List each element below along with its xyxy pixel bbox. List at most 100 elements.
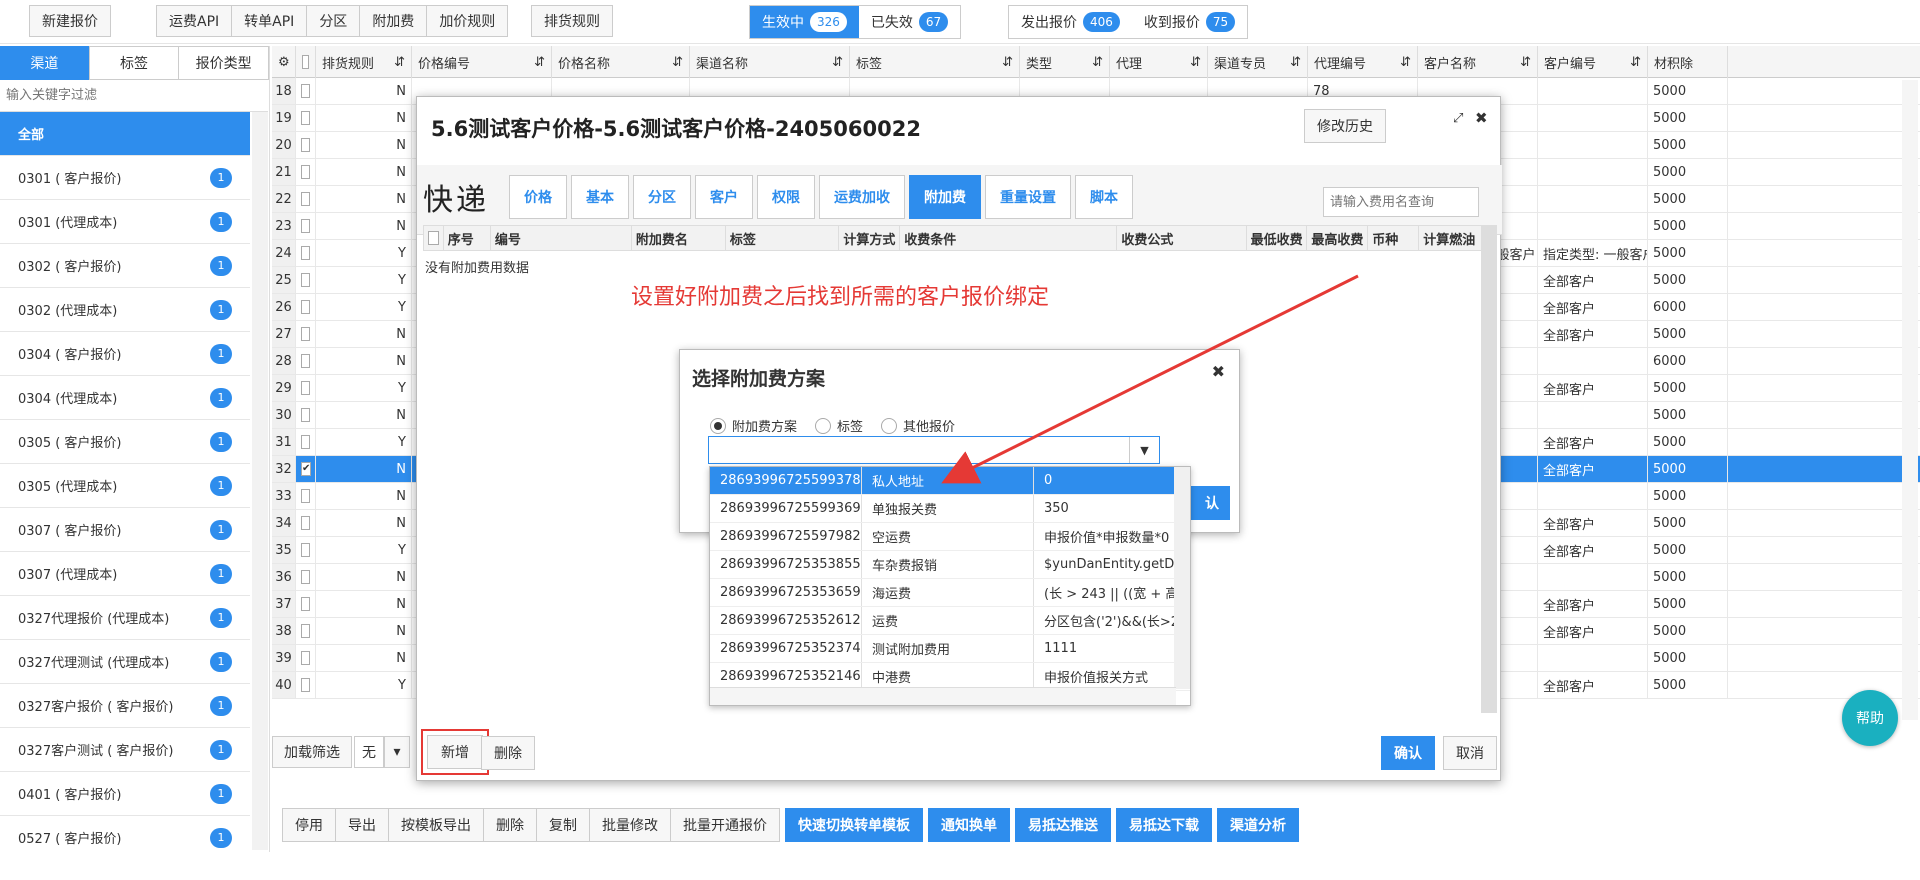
radio-surcharge-scheme[interactable]: 附加费方案: [710, 416, 797, 435]
row-checkbox[interactable]: [296, 132, 316, 158]
dropdown-option[interactable]: 28693996725353659 海运费 (长 > 243 || ((宽 + 高): [710, 579, 1190, 607]
tab-received-quotes[interactable]: 收到报价 75: [1132, 6, 1247, 38]
modal-tab[interactable]: 基本: [571, 175, 629, 219]
dropdown-option[interactable]: 28693996725597982 空运费 申报价值*申报数量*0: [710, 523, 1190, 551]
dropdown-option[interactable]: 28693996725352374 测试附加费用 1111: [710, 635, 1190, 663]
radio-tag[interactable]: 标签: [815, 416, 863, 435]
transfer-api-button[interactable]: 转单API: [231, 5, 308, 37]
toolbar-primary-button[interactable]: 易抵达下载: [1116, 808, 1212, 842]
zone-button[interactable]: 分区: [306, 5, 361, 37]
chevron-down-icon[interactable]: ▾: [384, 736, 410, 768]
sort-rule-button[interactable]: 排货规则: [531, 5, 613, 37]
settings-gear-icon[interactable]: ⚙: [272, 46, 296, 78]
column-header[interactable]: 计算燃油: [1419, 226, 1482, 250]
tab-active[interactable]: 生效中 326: [750, 6, 859, 38]
select-all-checkbox[interactable]: [296, 46, 316, 78]
column-header[interactable]: 附加费名: [632, 226, 726, 250]
page-scrollbar[interactable]: [1902, 80, 1918, 720]
freight-api-button[interactable]: 运费API: [156, 5, 233, 37]
row-checkbox[interactable]: [296, 321, 316, 347]
column-header[interactable]: 材积除: [1648, 46, 1728, 78]
row-checkbox[interactable]: [296, 348, 316, 374]
tab-channel[interactable]: 渠道: [0, 46, 90, 80]
sidebar-item[interactable]: 0304 ( 客户报价) 1: [0, 332, 250, 376]
column-header[interactable]: 类型 ⇵: [1020, 46, 1110, 78]
column-header[interactable]: 客户编号 ⇵: [1538, 46, 1648, 78]
column-header[interactable]: 渠道名称 ⇵: [690, 46, 850, 78]
markup-rule-button[interactable]: 加价规则: [426, 5, 509, 37]
modal-tab[interactable]: 脚本: [1075, 175, 1133, 219]
new-quote-button[interactable]: 新建报价: [29, 5, 111, 37]
row-checkbox[interactable]: [296, 78, 316, 104]
confirm-button[interactable]: 确认: [1381, 736, 1435, 770]
column-header[interactable]: 代理编号 ⇵: [1308, 46, 1418, 78]
fee-search-input[interactable]: [1323, 187, 1479, 217]
toolbar-primary-button[interactable]: 快速切换转单模板: [785, 808, 923, 842]
column-header[interactable]: 收费条件: [900, 226, 1118, 250]
toolbar-button[interactable]: 按模板导出: [388, 808, 484, 842]
toolbar-button[interactable]: 删除: [483, 808, 537, 842]
column-header[interactable]: 客户名称 ⇵: [1418, 46, 1538, 78]
dropdown-option[interactable]: 28693996725353855 车杂费报销 $yunDanEntity.getD…: [710, 551, 1190, 579]
popout-icon[interactable]: ⤢: [1453, 111, 1463, 126]
row-checkbox[interactable]: [296, 429, 316, 455]
row-checkbox[interactable]: [296, 645, 316, 671]
row-checkbox[interactable]: [296, 564, 316, 590]
load-filter-button[interactable]: 加载筛选: [272, 736, 352, 768]
add-button[interactable]: 新增: [427, 735, 483, 769]
sidebar-item[interactable]: 0302 (代理成本) 1: [0, 288, 250, 332]
sidebar-item[interactable]: 0527 ( 客户报价) 1: [0, 816, 250, 850]
row-checkbox[interactable]: [296, 510, 316, 536]
close-icon[interactable]: ✖: [1475, 109, 1488, 127]
column-header[interactable]: 计算方式: [839, 226, 901, 250]
tab-sent-quotes[interactable]: 发出报价 406: [1009, 6, 1132, 38]
row-checkbox[interactable]: [296, 402, 316, 428]
column-header[interactable]: 标签 ⇵: [850, 46, 1020, 78]
tab-label[interactable]: 标签: [88, 46, 180, 80]
filter-select[interactable]: 无: [354, 736, 384, 768]
sidebar-item[interactable]: 0307 ( 客户报价) 1: [0, 508, 250, 552]
column-header[interactable]: 最低收费: [1247, 226, 1308, 250]
column-header[interactable]: 代理 ⇵: [1110, 46, 1208, 78]
column-header[interactable]: 币种: [1368, 226, 1420, 250]
modal-tab[interactable]: 重量设置: [985, 175, 1071, 219]
toolbar-button[interactable]: 复制: [536, 808, 590, 842]
tab-expired[interactable]: 已失效 67: [859, 6, 960, 38]
column-header[interactable]: 序号: [444, 226, 491, 250]
sidebar-item[interactable]: 0401 ( 客户报价) 1: [0, 772, 250, 816]
modal-tab[interactable]: 权限: [757, 175, 815, 219]
sidebar-item[interactable]: 0301 (代理成本) 1: [0, 200, 250, 244]
sidebar-item[interactable]: 0305 ( 客户报价) 1: [0, 420, 250, 464]
sidebar-item[interactable]: 0301 ( 客户报价) 1: [0, 156, 250, 200]
modal-tab[interactable]: 客户: [695, 175, 753, 219]
delete-button[interactable]: 删除: [481, 736, 535, 770]
row-checkbox[interactable]: [296, 618, 316, 644]
sidebar-item[interactable]: 全部: [0, 112, 250, 156]
row-checkbox[interactable]: [296, 375, 316, 401]
surcharge-button[interactable]: 附加费: [359, 5, 428, 37]
select-all-checkbox[interactable]: [424, 226, 444, 250]
row-checkbox[interactable]: [296, 672, 316, 698]
sidebar-item[interactable]: 0327客户测试 ( 客户报价) 1: [0, 728, 250, 772]
column-header[interactable]: 价格名称 ⇵: [552, 46, 690, 78]
row-checkbox[interactable]: [296, 267, 316, 293]
row-checkbox[interactable]: [296, 105, 316, 131]
toolbar-primary-button[interactable]: 渠道分析: [1217, 808, 1299, 842]
row-checkbox[interactable]: [296, 591, 316, 617]
filter-input[interactable]: [0, 80, 268, 112]
help-button[interactable]: 帮助: [1842, 690, 1898, 746]
modal-tab[interactable]: 分区: [633, 175, 691, 219]
column-header[interactable]: 编号: [491, 226, 632, 250]
tab-quote-type[interactable]: 报价类型: [178, 46, 270, 80]
column-header[interactable]: 标签: [726, 226, 840, 250]
history-button[interactable]: 修改历史: [1304, 109, 1386, 143]
toolbar-primary-button[interactable]: 易抵达推送: [1015, 808, 1111, 842]
toolbar-button[interactable]: 批量开通报价: [670, 808, 780, 842]
sidebar-item[interactable]: 0327代理测试 (代理成本) 1: [0, 640, 250, 684]
row-checkbox[interactable]: [296, 483, 316, 509]
toolbar-button[interactable]: 停用: [282, 808, 336, 842]
row-checkbox[interactable]: [296, 294, 316, 320]
sidebar-item[interactable]: 0304 (代理成本) 1: [0, 376, 250, 420]
row-checkbox[interactable]: [296, 186, 316, 212]
sidebar-item[interactable]: 0327客户报价 ( 客户报价) 1: [0, 684, 250, 728]
